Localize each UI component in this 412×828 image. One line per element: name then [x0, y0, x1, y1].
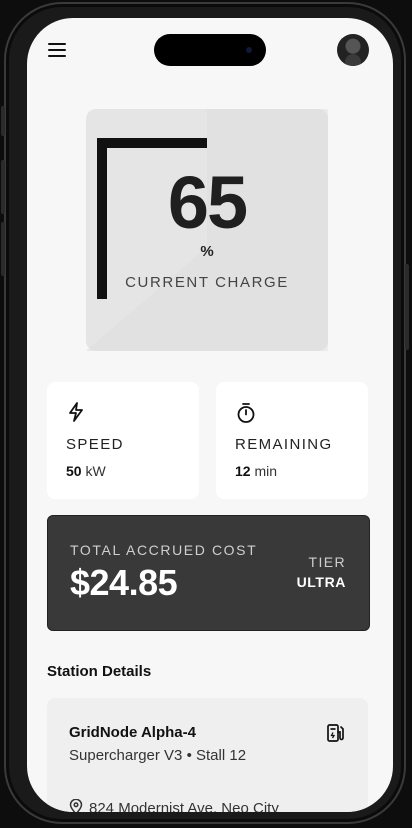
charge-gauge: 65 % CURRENT CHARGE	[86, 109, 328, 351]
map-pin-icon	[69, 798, 83, 812]
stopwatch-icon	[237, 403, 255, 423]
dynamic-island	[154, 34, 266, 66]
remaining-value: 12 min	[235, 463, 278, 479]
power-button	[405, 264, 409, 350]
station-name: GridNode Alpha-4	[69, 724, 196, 741]
charge-percentage: 65	[167, 161, 248, 244]
cost-value: $24.85	[70, 562, 178, 603]
charge-unit: %	[200, 243, 214, 260]
speed-label: SPEED	[66, 436, 124, 453]
section-title: Station Details	[47, 663, 152, 680]
remaining-label: REMAINING	[235, 436, 333, 453]
remaining-card: REMAINING 12 min	[216, 382, 368, 499]
phone-frame: 65 % CURRENT CHARGE SPEED 50 kW REMAININ…	[1, 2, 409, 824]
menu-button[interactable]	[48, 42, 68, 58]
cost-card: TOTAL ACCRUED COST $24.85 TIER ULTRA	[47, 515, 370, 631]
station-subtitle: Supercharger V3 • Stall 12	[69, 747, 247, 764]
tier-value: ULTRA	[296, 574, 346, 590]
avatar[interactable]	[337, 34, 369, 66]
station-address: 824 Modernist Ave, Neo City	[69, 798, 279, 812]
fuel-pump-icon	[327, 724, 344, 742]
speed-value: 50 kW	[66, 463, 106, 479]
lightning-icon	[69, 402, 83, 422]
action-button	[1, 106, 5, 136]
volume-up-button	[1, 160, 5, 214]
station-card[interactable]: GridNode Alpha-4 Supercharger V3 • Stall…	[47, 698, 368, 812]
volume-down-button	[1, 222, 5, 276]
charge-label: CURRENT CHARGE	[125, 274, 289, 291]
speed-card: SPEED 50 kW	[47, 382, 199, 499]
cost-label: TOTAL ACCRUED COST	[70, 542, 258, 558]
tier-label: TIER	[308, 554, 346, 570]
app-screen: 65 % CURRENT CHARGE SPEED 50 kW REMAININ…	[27, 18, 393, 812]
